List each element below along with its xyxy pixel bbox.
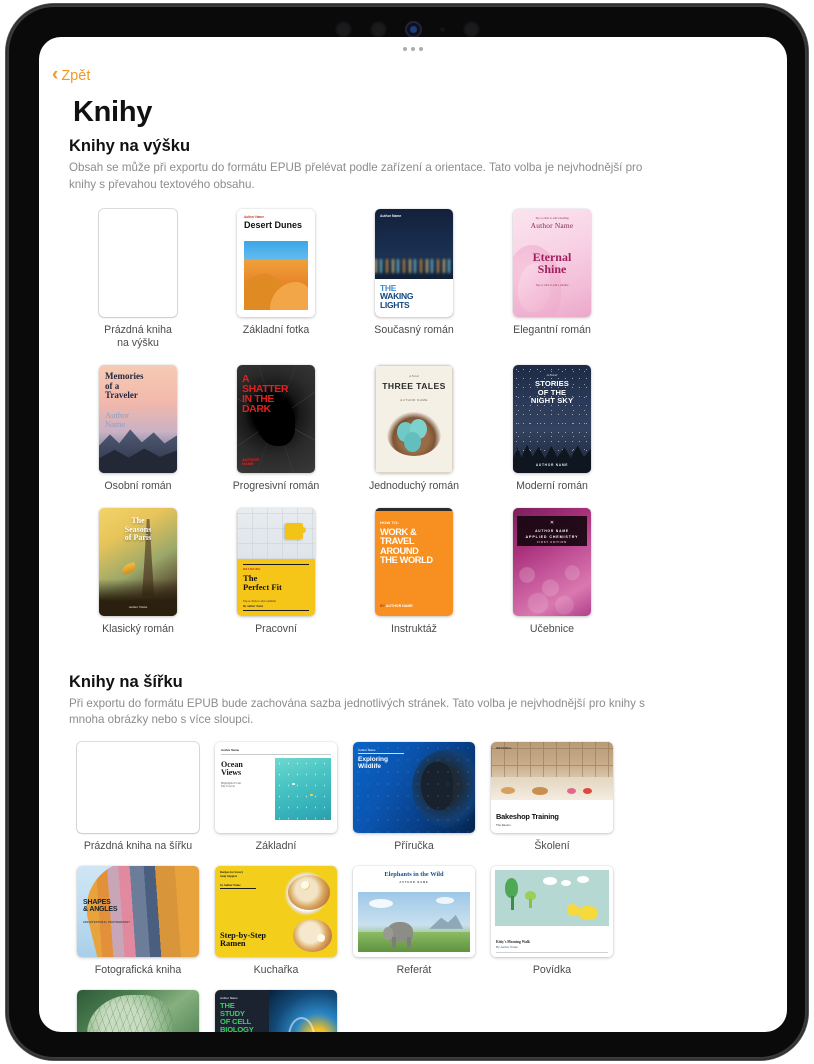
- camera-lens-icon: [404, 20, 422, 38]
- template-cover-thumbnail[interactable]: Memories of a Traveler Author Name: [99, 365, 177, 474]
- template-cover-thumbnail[interactable]: 2024 Edition Bakeshop Training The Basic…: [491, 742, 613, 834]
- template-cell[interactable]: Author Name Desert Dunes Základní fotka: [207, 208, 345, 352]
- template-label: Prázdná kniha na šířku: [83, 840, 193, 853]
- template-cell[interactable]: SHAPES & ANGLES ARCHITECTURAL PHOTOGRAPHY…: [69, 866, 207, 978]
- template-cell[interactable]: Author Name Exploring Wildlife Příručka: [345, 742, 483, 854]
- template-cell[interactable]: A Novel STORIES OF THE NIGHT SKY AUTHOR NA…: [483, 365, 621, 494]
- app-window: ‹ Zpět Knihy Knihy na výšku Obsah se můž…: [39, 37, 787, 1032]
- drag-dot-icon: [403, 47, 407, 51]
- section-description: Při exportu do formátu EPUB bude zachová…: [69, 696, 645, 727]
- template-label: Povídka: [532, 964, 572, 977]
- landscape-template-grid: Prázdná kniha na šířku Author Name Ocean…: [69, 742, 757, 1032]
- template-cell[interactable]: HOW TO: WORK & TRAVEL AROUND THE WORLD BY A…: [345, 507, 483, 637]
- template-cover-thumbnail[interactable]: Introductionto Plants: [77, 989, 199, 1032]
- template-cell[interactable]: The Seasons of Paris Author Name Klasický …: [69, 507, 207, 637]
- template-label: Základní: [255, 840, 297, 853]
- template-label: Instruktáž: [391, 622, 437, 635]
- template-cell[interactable]: Introductionto Plants Přednáška: [69, 989, 207, 1032]
- camera-lens-icon: [369, 20, 387, 38]
- template-cover-thumbnail[interactable]: ✕ AUTHOR NAME APPLIED CHEMISTRY FIRST ED…: [513, 507, 591, 616]
- camera-lens-icon: [462, 20, 480, 38]
- template-label: Základní fotka: [242, 323, 310, 336]
- ipad-device-frame: ‹ Zpět Knihy Knihy na výšku Obsah se můž…: [6, 4, 808, 1060]
- template-label: Progresivní román: [232, 480, 320, 493]
- template-cover-thumbnail[interactable]: Elephants in the Wild AUTHOR NAME: [353, 866, 475, 958]
- template-label: Jednoduchý román: [368, 480, 460, 493]
- back-button[interactable]: ‹ Zpět: [52, 64, 91, 85]
- page-title: Knihy: [73, 96, 153, 128]
- template-label: Referát: [396, 964, 432, 977]
- template-cell[interactable]: ✕ AUTHOR NAME APPLIED CHEMISTRY FIRST ED…: [483, 507, 621, 637]
- section-description: Obsah se může při exportu do formátu EPU…: [69, 161, 643, 191]
- section-heading: Knihy na výšku: [69, 137, 191, 155]
- template-cell[interactable]: BRANDING The Perfect Fit Tap or click to …: [207, 507, 345, 637]
- template-cover-thumbnail[interactable]: [99, 208, 177, 317]
- window-drag-handle[interactable]: [403, 47, 423, 51]
- camera-lens-icon: [334, 20, 352, 38]
- template-label: Příručka: [394, 840, 434, 853]
- template-label: Klasický román: [102, 622, 174, 635]
- template-label: Učebnice: [529, 622, 575, 635]
- template-cover-thumbnail[interactable]: [77, 742, 199, 834]
- template-cover-thumbnail[interactable]: Author Name THESTUDYOF CELLBIOLOGY Intro…: [215, 989, 337, 1032]
- template-label: Fotografická kniha: [94, 964, 182, 977]
- template-cell[interactable]: Tap or click to add a heading Author Nam…: [483, 208, 621, 352]
- drag-dot-icon: [411, 47, 415, 51]
- template-cover-thumbnail[interactable]: A Novel STORIES OF THE NIGHT SKY AUTHOR NA…: [513, 365, 591, 474]
- template-cell[interactable]: Prázdná kniha na výšku: [69, 208, 207, 352]
- template-cover-thumbnail[interactable]: Author Name THE WAKING LIGHTS: [375, 208, 453, 317]
- template-cover-thumbnail[interactable]: SHAPES & ANGLES ARCHITECTURAL PHOTOGRAPHY: [77, 866, 199, 958]
- section-portrait: Knihy na výšku Obsah se může při exportu…: [69, 137, 757, 651]
- template-cell[interactable]: Elephants in the Wild AUTHOR NAME Referá…: [345, 866, 483, 978]
- template-label: Prázdná kniha na výšku: [104, 323, 172, 350]
- template-cell[interactable]: Recipes for Savory Soup Suppers by Author…: [207, 866, 345, 978]
- chevron-left-icon: ‹: [52, 64, 59, 85]
- section-landscape: Knihy na šířku Při exportu do formátu EP…: [69, 673, 757, 1032]
- template-cell[interactable]: Author Name Ocean Views Highlights From My…: [207, 742, 345, 854]
- template-cover-thumbnail[interactable]: Author Name Ocean Views Highlights From My…: [215, 742, 337, 834]
- template-label: Pracovní: [255, 622, 297, 635]
- camera-sensor-icon: [439, 26, 445, 32]
- template-cell[interactable]: Kitty's Morning Walk By Author Name Poví…: [483, 866, 621, 978]
- template-cell[interactable]: A Novel THREE TALES AUTHOR NAME Jednoduc…: [345, 365, 483, 494]
- template-cell[interactable]: A SHATTER IN THE DARK AUTHOR NAME Progresivn…: [207, 365, 345, 494]
- template-cell[interactable]: Author Name THESTUDYOF CELLBIOLOGY Intro…: [207, 989, 345, 1032]
- template-cover-thumbnail[interactable]: Author Name Desert Dunes: [237, 208, 315, 317]
- template-label: Moderní román: [516, 480, 588, 493]
- template-cover-thumbnail[interactable]: The Seasons of Paris Author Name: [99, 507, 177, 616]
- template-label: Osobní román: [104, 480, 172, 493]
- template-cover-thumbnail[interactable]: Tap or click to add a heading Author Nam…: [513, 208, 591, 317]
- template-cover-thumbnail[interactable]: A Novel THREE TALES AUTHOR NAME: [375, 365, 453, 474]
- template-cover-thumbnail[interactable]: A SHATTER IN THE DARK AUTHOR NAME: [237, 365, 315, 474]
- template-cover-thumbnail[interactable]: HOW TO: WORK & TRAVEL AROUND THE WORLD BY A…: [375, 507, 453, 616]
- template-label: Elegantní román: [513, 323, 591, 336]
- section-heading: Knihy na šířku: [69, 672, 183, 691]
- template-cell[interactable]: Prázdná kniha na šířku: [69, 742, 207, 854]
- back-button-label: Zpět: [61, 67, 91, 84]
- template-cover-thumbnail[interactable]: Author Name Exploring Wildlife: [353, 742, 475, 834]
- template-cell[interactable]: Author Name THE WAKING LIGHTS Současný r…: [345, 208, 483, 352]
- template-label: Kuchařka: [253, 964, 299, 977]
- template-cover-thumbnail[interactable]: Recipes for Savory Soup Suppers by Author…: [215, 866, 337, 958]
- template-cell[interactable]: Memories of a Traveler Author Name Osobní r…: [69, 365, 207, 494]
- template-cover-thumbnail[interactable]: BRANDING The Perfect Fit Tap or click to …: [237, 507, 315, 616]
- template-label: Školení: [534, 840, 570, 853]
- portrait-template-grid: Prázdná kniha na výšku Author Name Desert…: [69, 208, 757, 651]
- drag-dot-icon: [419, 47, 423, 51]
- template-cell[interactable]: 2024 Edition Bakeshop Training The Basic…: [483, 742, 621, 854]
- template-chooser-content: Knihy na výšku Obsah se může při exportu…: [39, 137, 787, 1032]
- template-cover-thumbnail[interactable]: Kitty's Morning Walk By Author Name: [491, 866, 613, 958]
- template-label: Současný román: [374, 323, 454, 336]
